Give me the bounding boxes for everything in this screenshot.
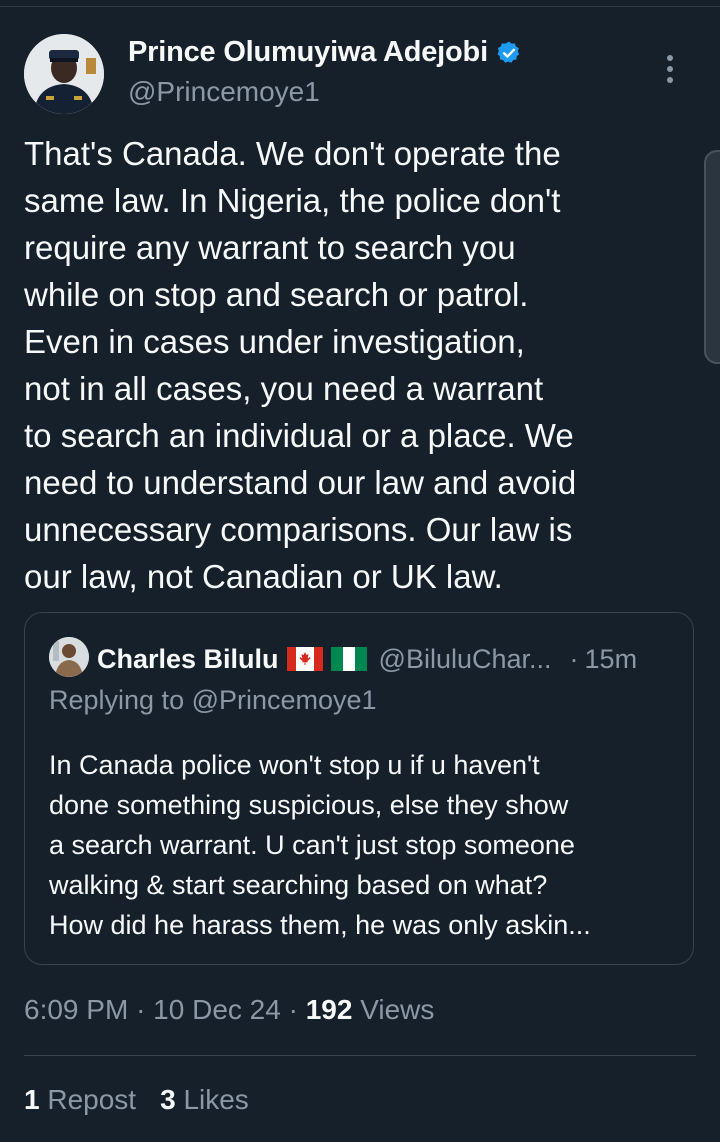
tweet-time[interactable]: 6:09 PM	[24, 994, 128, 1025]
views-count: 192	[305, 994, 353, 1025]
likes-label: Likes	[183, 1084, 249, 1115]
likes-count: 3	[160, 1084, 176, 1115]
reposts-label: Repost	[47, 1084, 137, 1115]
quoted-display-name[interactable]: Charles Bilulu	[97, 644, 279, 675]
tweet-meta: 6:09 PM · 10 Dec 24 · 192 Views	[24, 994, 434, 1026]
author-name-row: Prince Olumuyiwa Adejobi	[128, 36, 522, 69]
scroll-handle[interactable]	[704, 150, 720, 364]
likes-link[interactable]: 3 Likes	[160, 1084, 249, 1115]
views-label: Views	[360, 994, 435, 1025]
tweet-date[interactable]: 10 Dec 24	[153, 994, 281, 1025]
verified-badge-icon	[496, 40, 522, 66]
author-avatar[interactable]	[24, 34, 104, 114]
quoted-handle[interactable]: @BiluluChar...	[379, 644, 552, 675]
quoted-separator: ·	[569, 643, 579, 674]
quoted-timestamp[interactable]: 15m	[585, 644, 638, 675]
meta-separator-2: ·	[288, 994, 298, 1025]
canada-flag-icon	[286, 647, 323, 671]
stats-divider	[24, 1055, 696, 1056]
quoted-header: Charles Bilulu @BiluluChar... · 15m	[97, 639, 673, 679]
quoted-replying-to: Replying to @Princemoye1	[49, 685, 377, 715]
reposts-count: 1	[24, 1084, 40, 1115]
nigeria-flag-icon	[330, 647, 367, 671]
author-handle[interactable]: @Princemoye1	[128, 76, 320, 108]
quoted-text: In Canada police won't stop u if u haven…	[49, 750, 591, 940]
engagement-stats: 1 Repost 3 Likes	[24, 1084, 249, 1116]
quoted-tweet[interactable]: Charles Bilulu @BiluluChar... · 15m Repl…	[24, 612, 694, 965]
more-vertical-icon[interactable]	[658, 52, 682, 86]
quoted-avatar-image	[49, 637, 89, 677]
tweet-header: Prince Olumuyiwa Adejobi @Princemoye1	[24, 34, 700, 114]
avatar-image	[24, 34, 104, 114]
author-display-name[interactable]: Prince Olumuyiwa Adejobi	[128, 36, 488, 69]
quoted-author-avatar[interactable]	[49, 637, 89, 677]
tweet-text: That's Canada. We don't operate the same…	[24, 135, 577, 595]
meta-separator: ·	[136, 994, 146, 1025]
top-divider	[0, 6, 720, 7]
reposts-link[interactable]: 1 Repost	[24, 1084, 136, 1115]
